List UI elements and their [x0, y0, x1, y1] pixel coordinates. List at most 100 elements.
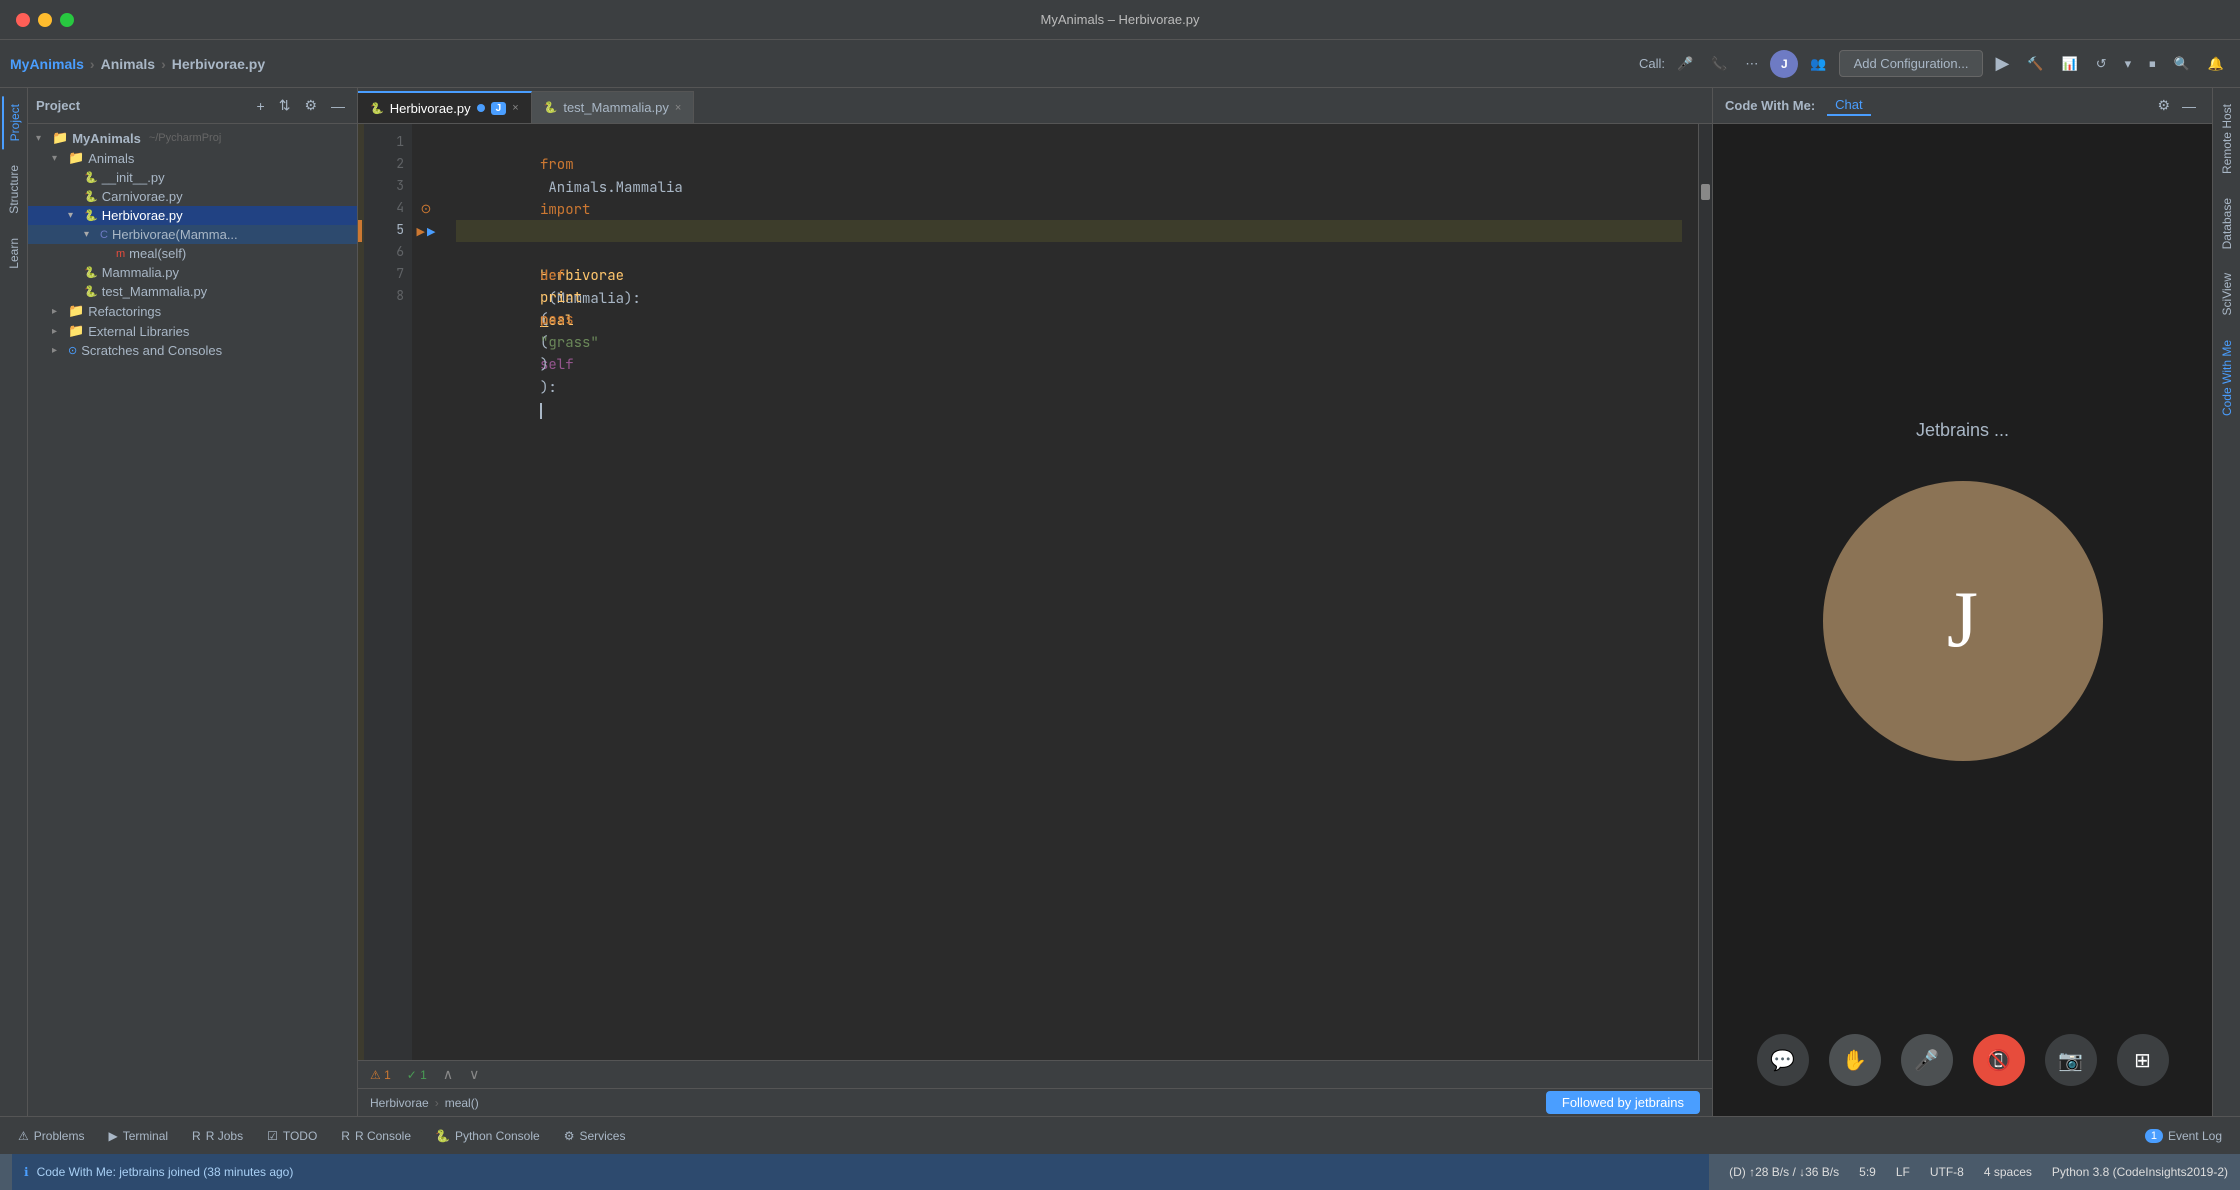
run-button[interactable]: ▶ — [1989, 51, 2015, 76]
gutter-icon-7 — [412, 264, 440, 286]
tree-item-herbivorae-class[interactable]: ▾ C Herbivorae(Mamma... — [28, 225, 357, 244]
hide-panel-icon[interactable]: — — [327, 96, 349, 116]
tree-item-carnivorae[interactable]: 🐍 Carnivorae.py — [28, 187, 357, 206]
gutter-icon-1 — [412, 132, 440, 154]
tree-item-animals[interactable]: ▾ 📁 Animals — [28, 148, 357, 168]
close-button[interactable] — [16, 13, 30, 27]
line-num-2: 2 — [364, 154, 404, 176]
project-tree: ▾ 📁 MyAnimals ~/PycharmProj ▾ 📁 Animals … — [28, 124, 357, 1116]
breadcrumb-sep1: › — [90, 56, 95, 72]
tab-close-herbivorae[interactable]: × — [512, 102, 518, 114]
sidebar-item-remote-host[interactable]: Remote Host — [2216, 96, 2238, 182]
grid-control-button[interactable]: ⊞ — [2117, 1034, 2169, 1086]
r-jobs-label: R Jobs — [206, 1129, 243, 1143]
sidebar-item-project[interactable]: Project — [2, 96, 26, 149]
maximize-button[interactable] — [60, 13, 74, 27]
breadcrumb-file: Herbivorae.py — [172, 56, 265, 72]
panel-close-button[interactable]: — — [2178, 95, 2200, 116]
notifications-button[interactable]: 🔔 — [2202, 52, 2230, 76]
more-options-button[interactable]: ⋯ — [1739, 52, 1764, 76]
titlebar: MyAnimals – Herbivorae.py — [0, 0, 2240, 40]
nav-up-button[interactable]: ∧ — [443, 1066, 453, 1083]
tab-services[interactable]: ⚙ Services — [554, 1125, 636, 1147]
panel-actions: ⚙ — — [2153, 95, 2200, 116]
tab-herbivorae[interactable]: 🐍 Herbivorae.py J × — [358, 91, 532, 123]
avatar[interactable]: J — [1770, 50, 1798, 78]
chat-tab[interactable]: Chat — [1827, 95, 1870, 116]
refresh-button[interactable]: ↺ — [2090, 52, 2113, 76]
tab-j-badge: J — [491, 102, 507, 115]
add-icon[interactable]: + — [253, 96, 269, 116]
tab-r-jobs[interactable]: R R Jobs — [182, 1125, 253, 1147]
config-arrow-button[interactable]: ▾ — [2119, 52, 2138, 76]
camera-control-button[interactable]: 📷 — [2045, 1034, 2097, 1086]
sidebar-item-sciview[interactable]: SciView — [2216, 265, 2238, 323]
debug-line-icon[interactable]: ▶ — [427, 225, 435, 238]
tab-test-mammalia[interactable]: 🐍 test_Mammalia.py × — [532, 91, 695, 123]
tree-item-scratches[interactable]: ▸ ⊙ Scratches and Consoles — [28, 341, 357, 360]
coverage-button[interactable]: 📊 — [2056, 52, 2084, 76]
project-panel-header: Project + ⇅ ⚙ — — [28, 88, 357, 124]
class-icon: C — [100, 229, 108, 241]
line-num-5: 5 — [364, 220, 404, 242]
tab-problems[interactable]: ⚠ Problems — [8, 1125, 94, 1147]
terminal-icon: ▶ — [108, 1129, 117, 1143]
tree-item-herbivorae[interactable]: ▾ 🐍 Herbivorae.py — [28, 206, 357, 225]
sidebar-item-structure[interactable]: Structure — [3, 157, 25, 222]
tab-close-test[interactable]: × — [675, 102, 681, 114]
tab-r-console[interactable]: R R Console — [331, 1125, 421, 1147]
tree-item-refactorings[interactable]: ▸ 📁 Refactorings — [28, 301, 357, 321]
build-button[interactable]: 🔨 — [2021, 52, 2049, 76]
breadcrumb-project[interactable]: MyAnimals — [10, 56, 84, 72]
search-everywhere-button[interactable]: 🔍 — [2168, 52, 2196, 76]
nav-down-button[interactable]: ∨ — [469, 1066, 479, 1083]
people-button[interactable]: 👥 — [1804, 52, 1832, 76]
gutter-icon-2 — [412, 154, 440, 176]
implement-icon[interactable]: ⊙ — [421, 201, 432, 217]
end-call-button[interactable]: 📵 — [1973, 1034, 2025, 1086]
tab-event-log[interactable]: 1 Event Log — [2135, 1125, 2232, 1147]
tab-terminal[interactable]: ▶ Terminal — [98, 1125, 178, 1147]
sidebar-item-database[interactable]: Database — [2216, 190, 2238, 257]
sidebar-item-code-with-me[interactable]: Code With Me — [2216, 332, 2238, 424]
editor-content[interactable]: 1 2 3 4 5 6 7 8 ⊙ ▶ ▶ — [358, 124, 1712, 1060]
python-console-icon: 🐍 — [435, 1129, 450, 1143]
code-editor[interactable]: from Animals.Mammalia import Mammalia cl… — [440, 124, 1698, 1060]
tree-item-init[interactable]: 🐍 __init__.py — [28, 168, 357, 187]
gutter-icon-5[interactable]: ▶ ▶ — [412, 220, 440, 242]
scroll-thumb[interactable] — [1701, 184, 1710, 200]
gutter-warning-5 — [358, 220, 362, 242]
collapse-all-icon[interactable]: ⇅ — [275, 95, 295, 116]
panel-settings-button[interactable]: ⚙ — [2153, 95, 2174, 116]
editor-tabs: 🐍 Herbivorae.py J × 🐍 test_Mammalia.py × — [358, 88, 1712, 124]
stop-button[interactable]: ⏹ — [2143, 52, 2162, 76]
mic-control-button[interactable]: 🎤 — [1901, 1034, 1953, 1086]
r-console-icon: R — [341, 1129, 350, 1143]
line-num-7: 7 — [364, 264, 404, 286]
main-layout: Project Structure Learn Project + ⇅ ⚙ — … — [0, 88, 2240, 1116]
microphone-button[interactable]: 🎤 — [1671, 52, 1699, 76]
add-configuration-button[interactable]: Add Configuration... — [1839, 50, 1984, 77]
tree-item-meal[interactable]: m meal(self) — [28, 244, 357, 263]
tab-todo[interactable]: ☑ TODO — [257, 1125, 327, 1147]
sidebar-item-learn[interactable]: Learn — [3, 230, 25, 277]
tree-item-external-libs[interactable]: ▸ 📁 External Libraries — [28, 321, 357, 341]
code-with-me-label: Code With Me: — [1725, 98, 1815, 113]
settings-icon[interactable]: ⚙ — [300, 95, 321, 116]
tree-item-test-mammalia[interactable]: 🐍 test_Mammalia.py — [28, 282, 357, 301]
window-controls[interactable] — [16, 13, 74, 27]
tab-python-console[interactable]: 🐍 Python Console — [425, 1125, 550, 1147]
todo-icon: ☑ — [267, 1129, 278, 1143]
tree-item-mammalia[interactable]: 🐍 Mammalia.py — [28, 263, 357, 282]
breadcrumb-folder[interactable]: Animals — [101, 56, 155, 72]
hand-control-button[interactable]: ✋ — [1829, 1034, 1881, 1086]
phone-button[interactable]: 📞 — [1705, 52, 1733, 76]
status-bar: ℹ Code With Me: jetbrains joined (38 min… — [0, 1154, 2240, 1190]
cursor-position: 5:9 — [1859, 1165, 1876, 1179]
tree-path: ~/PycharmProj — [149, 132, 221, 144]
chat-control-button[interactable]: 💬 — [1757, 1034, 1809, 1086]
event-log-label: Event Log — [2168, 1129, 2222, 1143]
minimize-button[interactable] — [38, 13, 52, 27]
run-line-icon[interactable]: ▶ — [417, 225, 425, 238]
tree-item-root[interactable]: ▾ 📁 MyAnimals ~/PycharmProj — [28, 128, 357, 148]
